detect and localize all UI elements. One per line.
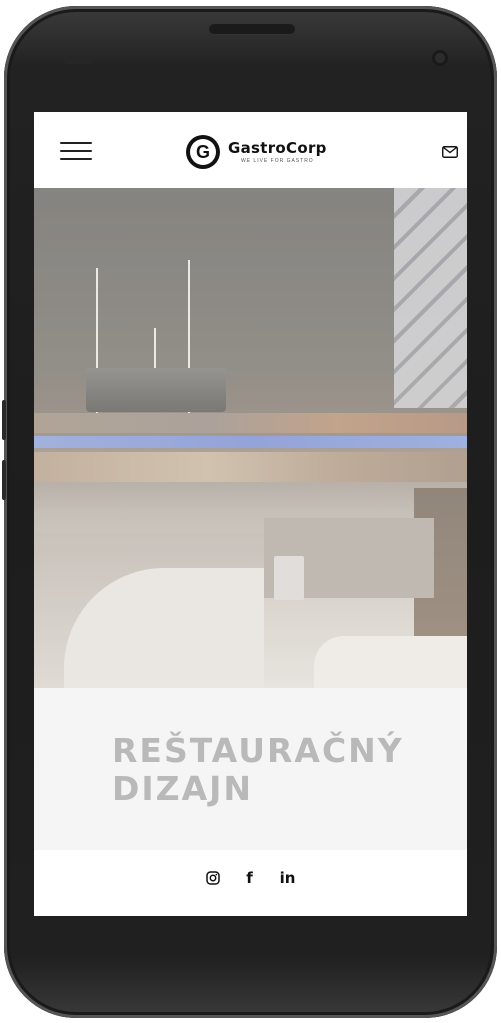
logo-wordmark: GastroCorp WE LIVE FOR GASTRO bbox=[228, 140, 327, 164]
linkedin-icon[interactable]: in bbox=[280, 869, 296, 887]
envelope-icon[interactable] bbox=[442, 146, 458, 158]
phone-camera bbox=[432, 50, 448, 66]
site-header: G GastroCorp WE LIVE FOR GASTRO bbox=[34, 112, 467, 188]
phone-screen: G GastroCorp WE LIVE FOR GASTRO REŠTAURA… bbox=[34, 112, 467, 916]
phone-speaker bbox=[209, 24, 295, 34]
site-footer: f in bbox=[34, 850, 467, 916]
section-title-line1: REŠTAURAČNÝ bbox=[112, 731, 404, 770]
hero-image bbox=[34, 188, 467, 688]
logo-tagline: WE LIVE FOR GASTRO bbox=[240, 158, 314, 164]
phone-sensor bbox=[64, 56, 94, 64]
social-links: f in bbox=[34, 869, 467, 887]
instagram-icon[interactable] bbox=[205, 871, 220, 885]
section-title: REŠTAURAČNÝ DIZAJN bbox=[112, 732, 432, 808]
logo-name: GastroCorp bbox=[228, 139, 327, 157]
site-logo[interactable]: G GastroCorp WE LIVE FOR GASTRO bbox=[186, 134, 327, 170]
logo-mark-icon: G bbox=[186, 135, 220, 169]
facebook-icon[interactable]: f bbox=[242, 869, 258, 887]
phone-side-button bbox=[2, 400, 6, 440]
section-title-line2: DIZAJN bbox=[112, 769, 254, 808]
hamburger-menu-icon[interactable] bbox=[60, 142, 92, 160]
phone-side-button bbox=[2, 460, 6, 500]
